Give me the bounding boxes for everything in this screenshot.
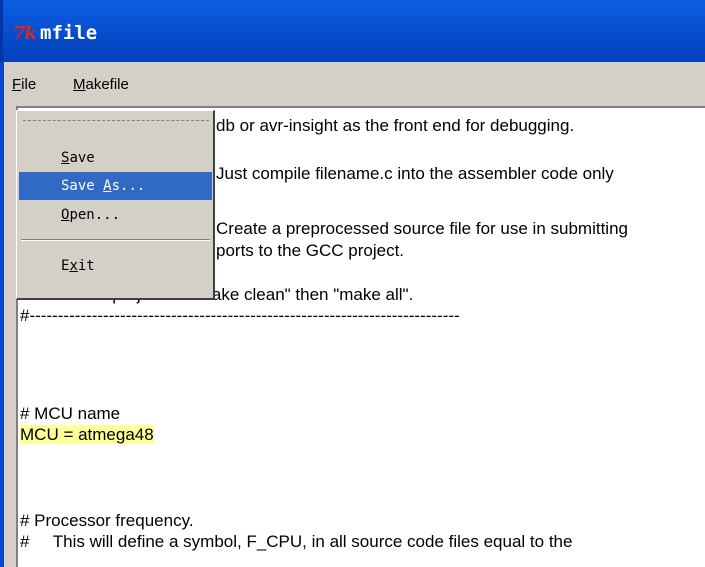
highlighted-text: MCU = atmega48 — [20, 425, 154, 444]
menu-makefile-accel: M — [73, 76, 86, 93]
exit-rest: it — [77, 258, 95, 274]
app-window: 7k mfile File Makefile db or avr-insight… — [0, 0, 705, 567]
window-title: mfile — [40, 22, 98, 44]
save-as-pre: Save — [61, 178, 104, 194]
menu-item-exit[interactable]: Exit — [19, 252, 212, 280]
editor-line: # MCU name — [20, 404, 121, 423]
title-bar[interactable]: 7k mfile — [0, 0, 705, 62]
menu-item-save[interactable]: Save — [19, 144, 212, 172]
menubar: File Makefile — [4, 62, 705, 106]
menu-file[interactable]: File — [12, 76, 36, 93]
editor-line: db or avr-insight as the front end for d… — [216, 116, 575, 135]
tear-off-line[interactable] — [23, 120, 209, 121]
tk-icon[interactable]: 7k — [13, 23, 37, 44]
menu-separator — [21, 239, 210, 241]
menu-item-save-as[interactable]: Save As... — [19, 172, 212, 200]
editor-line: Just compile filename.c into the assembl… — [216, 164, 614, 183]
exit-accel: x — [69, 258, 78, 274]
menu-file-accel: F — [12, 76, 22, 93]
editor-line-highlighted: MCU = atmega48 — [20, 425, 154, 445]
menu-item-open[interactable]: Open... — [19, 201, 212, 229]
save-as-accel: A — [103, 178, 112, 194]
editor-line: #---------------------------------------… — [20, 306, 460, 325]
menu-file-rest: ile — [21, 76, 37, 93]
menu-makefile[interactable]: Makefile — [73, 76, 129, 93]
editor-line: ports to the GCC project. — [216, 241, 405, 260]
open-rest: pen... — [69, 207, 121, 223]
editor-line: Create a preprocessed source file for us… — [216, 219, 628, 238]
editor-line: # This will define a symbol, F_CPU, in a… — [20, 532, 573, 551]
menu-makefile-rest: akefile — [85, 76, 129, 93]
file-dropdown-menu: Save Save As... Open... Exit — [16, 110, 215, 300]
window-frame-left — [0, 62, 4, 567]
save-rest: ave — [69, 150, 95, 166]
editor-line: # Processor frequency. — [20, 511, 194, 530]
save-as-rest: s... — [111, 178, 146, 194]
